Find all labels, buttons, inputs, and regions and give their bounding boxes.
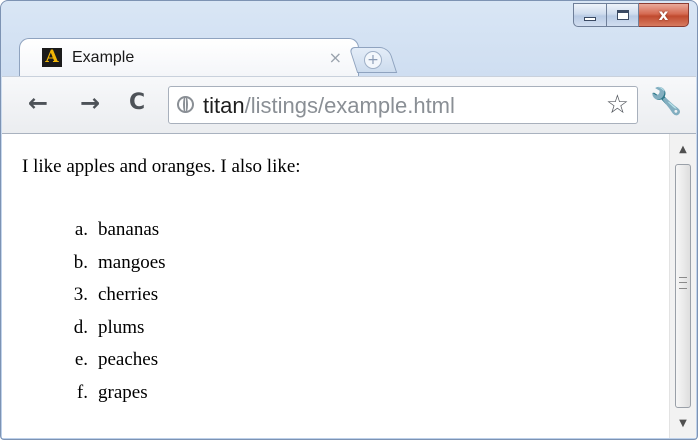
forward-button[interactable]: →: [80, 91, 100, 115]
bookmark-star-icon[interactable]: ☆: [606, 92, 629, 118]
list-item-text: peaches: [98, 349, 159, 370]
list-item-text: bananas: [98, 219, 160, 240]
list-marker: 3.: [73, 284, 88, 305]
maximize-button[interactable]: [607, 3, 639, 27]
window-caption-buttons: x: [573, 3, 689, 29]
vertical-scrollbar[interactable]: ▲ ▼: [669, 134, 696, 438]
list-item: f. grapes: [62, 377, 166, 410]
maximize-icon: [616, 10, 629, 20]
list-marker: b.: [73, 251, 88, 273]
list-marker: f.: [76, 381, 88, 403]
list-item: d. plums: [62, 312, 166, 345]
list-marker: d.: [73, 316, 88, 338]
favicon-icon: A: [42, 47, 62, 67]
close-window-button[interactable]: x: [639, 3, 689, 27]
url-path: /listings/example.html: [244, 93, 455, 118]
intro-text: I like apples and oranges. I also like:: [22, 156, 301, 177]
list-item-text: cherries: [98, 284, 159, 305]
reload-button[interactable]: C: [129, 92, 145, 114]
list-item: a. bananas: [62, 214, 166, 247]
browser-toolbar: ← → C titan/listings/example.html ☆ 🔧: [2, 76, 696, 134]
plus-icon: +: [364, 51, 382, 69]
list-item-text: mangoes: [98, 251, 166, 273]
back-button[interactable]: ←: [28, 91, 48, 115]
page-viewport: I like apples and oranges. I also like: …: [2, 134, 696, 438]
tab-title: Example: [72, 49, 135, 66]
new-tab-button[interactable]: +: [348, 47, 398, 73]
fruit-list: a. bananas b. mangoes 3. cherries d. plums e…: [62, 214, 166, 409]
scroll-down-icon[interactable]: ▼: [670, 412, 696, 434]
minimize-button[interactable]: [573, 3, 607, 27]
browser-window: x A Example × + ← → C titan/listings/exa…: [0, 0, 698, 440]
scrollbar-thumb[interactable]: [675, 164, 691, 408]
url-text: titan/listings/example.html: [203, 93, 455, 119]
address-bar[interactable]: titan/listings/example.html ☆: [168, 86, 638, 124]
list-item-text: plums: [98, 316, 145, 338]
wrench-icon[interactable]: 🔧: [650, 89, 682, 115]
close-icon: x: [658, 5, 669, 24]
list-item: 3. cherries: [62, 279, 166, 312]
globe-icon: [177, 96, 194, 113]
page-content: I like apples and oranges. I also like: …: [2, 134, 668, 438]
scroll-up-icon[interactable]: ▲: [670, 138, 696, 160]
list-item: b. mangoes: [62, 247, 166, 280]
list-marker: a.: [74, 219, 88, 240]
url-host: titan: [203, 93, 245, 118]
list-marker: e.: [74, 349, 88, 370]
grip-icon: [679, 277, 687, 289]
list-item-text: grapes: [98, 381, 148, 403]
tab-example[interactable]: A Example ×: [19, 38, 359, 76]
minimize-icon: [584, 17, 596, 21]
list-item: e. peaches: [62, 344, 166, 377]
tab-close-icon[interactable]: ×: [329, 48, 342, 67]
